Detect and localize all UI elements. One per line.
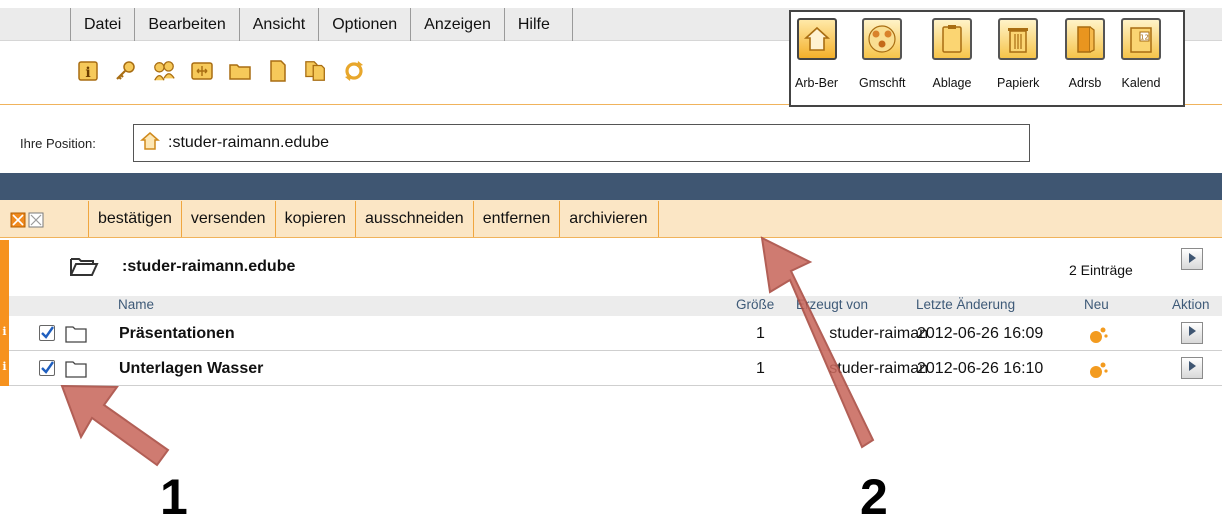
position-label: Ihre Position: <box>20 136 96 151</box>
calendar-icon: 12 <box>1121 18 1161 60</box>
trash-icon <box>998 18 1039 60</box>
move-icon[interactable] <box>190 58 214 84</box>
app-launcher: Arb-Ber Gmschft Ablage Papierk Adrsb 12 … <box>789 10 1185 107</box>
action-versenden[interactable]: versenden <box>180 201 275 237</box>
action-entfernen[interactable]: entfernen <box>472 201 560 237</box>
menu-datei[interactable]: Datei <box>70 8 134 41</box>
row-action-button[interactable] <box>1181 322 1203 344</box>
row-action-button[interactable] <box>1181 357 1203 379</box>
row-count: 1 <box>756 325 765 342</box>
menu-ansicht[interactable]: Ansicht <box>238 8 318 41</box>
toolbar: i <box>76 58 366 84</box>
open-folder-icon <box>69 255 99 281</box>
check-icon <box>41 361 54 374</box>
menu-hilfe[interactable]: Hilfe <box>503 8 573 41</box>
info-icon[interactable]: i <box>0 325 9 359</box>
app-adrsb[interactable]: Adrsb <box>1065 18 1105 102</box>
info-icon[interactable]: i <box>0 360 9 394</box>
app-label-adrsb: Adrsb <box>1068 76 1102 90</box>
community-icon <box>862 18 903 60</box>
column-size[interactable]: Größe <box>736 297 796 312</box>
svg-text:12: 12 <box>1140 34 1149 42</box>
clipboard-icon <box>932 18 972 60</box>
app-label-arb-ber: Arb-Ber <box>795 76 839 90</box>
document-icon[interactable] <box>266 58 290 84</box>
row-checkbox[interactable] <box>39 325 55 341</box>
home-icon <box>796 18 837 60</box>
selection-toggles <box>10 212 44 232</box>
check-icon <box>41 326 54 339</box>
new-indicator-icon <box>1089 361 1109 384</box>
column-header: Name Größe Erzeugt von Letzte Änderung N… <box>9 296 1222 316</box>
position-path: :studer-raimann.edube <box>168 134 329 151</box>
row-name[interactable]: Präsentationen <box>119 325 235 343</box>
folder-title: :studer-raimann.edube <box>122 258 296 275</box>
app-arb-ber[interactable]: Arb-Ber <box>795 18 838 102</box>
home-icon[interactable] <box>140 131 160 155</box>
deselect-all-icon[interactable] <box>28 212 44 232</box>
key-icon[interactable] <box>114 58 138 84</box>
action-ausschneiden[interactable]: ausschneiden <box>354 201 473 237</box>
play-arrow-icon <box>1187 324 1197 342</box>
refresh-icon[interactable] <box>342 58 366 84</box>
menu-optionen[interactable]: Optionen <box>318 8 410 41</box>
row-author: studer-raiman <box>829 360 928 377</box>
action-bar: bestätigen versenden kopieren ausschneid… <box>0 200 1222 238</box>
column-last-change[interactable]: Letzte Änderung <box>916 297 1015 312</box>
folder-icon <box>65 326 87 348</box>
folder-icon[interactable] <box>228 58 252 84</box>
app-gmschft[interactable]: Gmschft <box>859 18 906 102</box>
column-action[interactable]: Aktion <box>1172 297 1210 312</box>
address-book-icon <box>1065 18 1105 60</box>
info-icon[interactable]: i <box>76 58 100 84</box>
row-checkbox[interactable] <box>39 360 55 376</box>
app-papierk[interactable]: Papierk <box>997 18 1039 102</box>
annotation-label-2: 2 <box>860 469 888 521</box>
folder-icon <box>65 361 87 383</box>
table-row[interactable]: i Unterlagen Wasser 1 studer-raiman 2012… <box>2 352 1222 386</box>
action-links: bestätigen versenden kopieren ausschneid… <box>88 201 659 237</box>
current-folder-row: :studer-raimann.edube 2 Einträge <box>9 240 1222 296</box>
main-menu: Datei Bearbeiten Ansicht Optionen Anzeig… <box>70 8 573 41</box>
entry-count: 2 Einträge <box>1069 262 1133 278</box>
menu-anzeigen[interactable]: Anzeigen <box>410 8 504 41</box>
position-field[interactable]: :studer-raimann.edube <box>133 124 1030 162</box>
row-name[interactable]: Unterlagen Wasser <box>119 360 263 378</box>
table-row[interactable]: i Präsentationen 1 studer-raiman 2012-06… <box>2 317 1222 351</box>
header-band <box>0 173 1222 200</box>
app-kalend[interactable]: 12 Kalend <box>1121 18 1161 102</box>
select-all-icon[interactable] <box>10 212 26 232</box>
app-label-gmschft: Gmschft <box>859 76 906 90</box>
row-date: 2012-06-26 16:10 <box>917 360 1044 377</box>
folder-menu-button[interactable] <box>1181 248 1203 270</box>
row-count: 1 <box>756 360 765 377</box>
annotation-arrow-1 <box>60 384 170 467</box>
column-new[interactable]: Neu <box>1084 297 1109 312</box>
menu-bearbeiten[interactable]: Bearbeiten <box>134 8 238 41</box>
app-label-kalend: Kalend <box>1121 76 1161 90</box>
row-date: 2012-06-26 16:09 <box>917 325 1044 342</box>
app-label-papierk: Papierk <box>997 76 1040 90</box>
users-icon[interactable] <box>152 58 176 84</box>
action-kopieren[interactable]: kopieren <box>274 201 355 237</box>
new-indicator-icon <box>1089 326 1109 349</box>
app-label-ablage: Ablage <box>932 76 972 90</box>
copy-documents-icon[interactable] <box>304 58 328 84</box>
column-created-by[interactable]: Erzeugt von <box>796 297 868 312</box>
annotation-label-1: 1 <box>160 469 188 521</box>
top-bar: Datei Bearbeiten Ansicht Optionen Anzeig… <box>0 0 1222 118</box>
play-arrow-icon <box>1187 251 1197 268</box>
action-bestaetigen[interactable]: bestätigen <box>88 201 181 237</box>
play-arrow-icon <box>1187 359 1197 377</box>
row-author: studer-raiman <box>829 325 928 342</box>
svg-text:i: i <box>85 65 90 81</box>
column-name[interactable]: Name <box>118 297 154 312</box>
action-archivieren[interactable]: archivieren <box>559 201 659 237</box>
app-ablage[interactable]: Ablage <box>932 18 972 102</box>
